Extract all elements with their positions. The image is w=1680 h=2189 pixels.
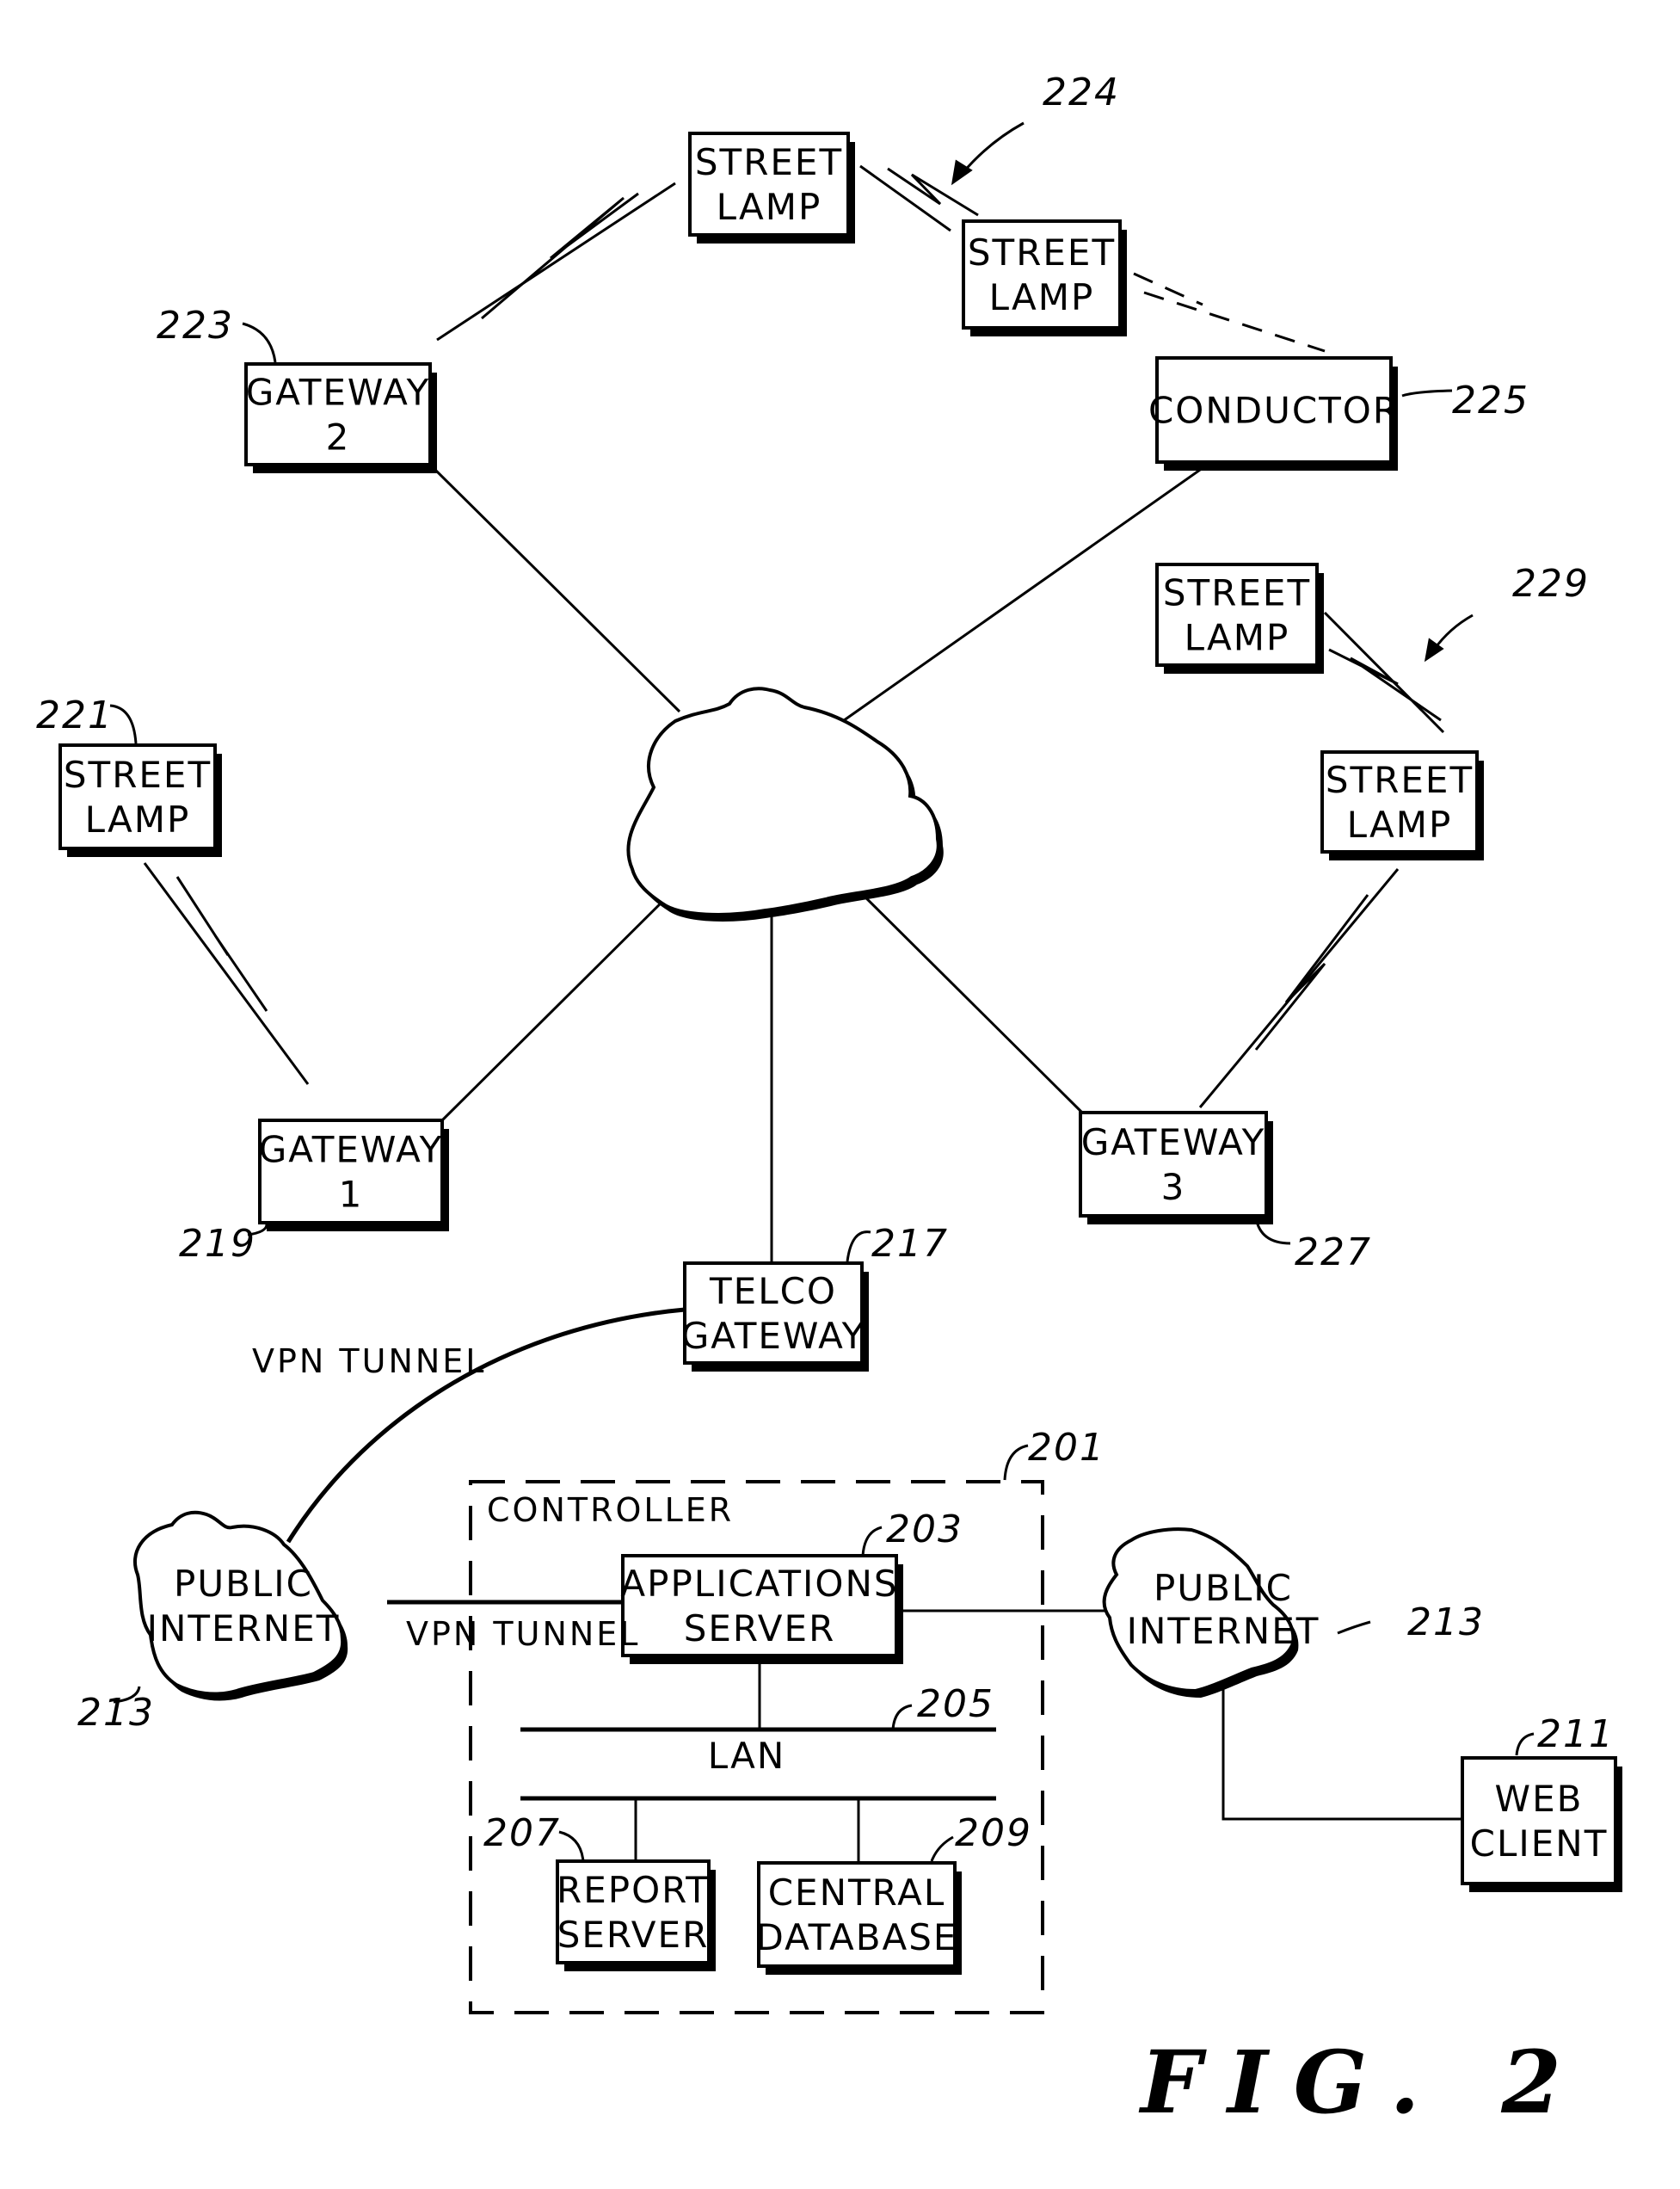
ref-221: 221 xyxy=(36,694,114,737)
street-lamp-box-229-bottom: STREETLAMP xyxy=(1320,750,1484,860)
ref-224: 224 xyxy=(1043,71,1120,114)
public-internet-left-label-line2: INTERNET xyxy=(147,1607,341,1649)
network-diagram: STREETLAMPSTREETLAMPGATEWAY2CONDUCTORSTR… xyxy=(36,71,1622,2133)
public-internet-right-label-line1: PUBLIC xyxy=(1154,1567,1293,1609)
box-label-line: 3 xyxy=(1161,1166,1186,1208)
box-label-line: 2 xyxy=(326,416,351,459)
ref-209: 209 xyxy=(955,1811,1032,1855)
ref-203: 203 xyxy=(886,1508,963,1551)
telco-gateway-box: TELCOGATEWAY xyxy=(681,1261,869,1372)
gateway-2-box: GATEWAY2 xyxy=(244,362,437,473)
box-label-line: GATEWAY xyxy=(1081,1121,1266,1163)
ref-201: 201 xyxy=(1028,1426,1105,1470)
network-cloud xyxy=(626,687,944,922)
link-gateway3-cloud xyxy=(840,872,1084,1114)
wireless-link-lamp221-gateway1 xyxy=(143,862,310,1085)
link-conductor-cloud xyxy=(840,462,1209,725)
box-label-line: STREET xyxy=(64,754,212,796)
applications-server-box: APPLICATIONSSERVER xyxy=(620,1554,903,1664)
box-label-line: LAMP xyxy=(1185,617,1290,659)
ref-213-right: 213 xyxy=(1407,1600,1485,1644)
public-internet-left-label-line1: PUBLIC xyxy=(174,1563,313,1605)
box-label-line: TELCO xyxy=(709,1270,837,1312)
node-boxes: STREETLAMPSTREETLAMPGATEWAY2CONDUCTORSTR… xyxy=(58,132,1622,1975)
vpn-tunnel-label-lower: VPN TUNNEL xyxy=(406,1615,640,1653)
street-lamp-box-224: STREETLAMP xyxy=(962,219,1127,336)
ref-205: 205 xyxy=(917,1682,994,1726)
ref-207: 207 xyxy=(483,1811,561,1855)
box-label-line: STREET xyxy=(695,141,843,183)
conductor-box: CONDUCTOR xyxy=(1148,356,1400,471)
ref-223: 223 xyxy=(157,304,234,348)
web-client-box: WEBCLIENT xyxy=(1461,1756,1622,1892)
ref-213-left: 213 xyxy=(77,1691,155,1735)
box-label-line: REPORT xyxy=(557,1869,710,1911)
wireless-link-lamp-gateway3 xyxy=(1198,868,1400,1108)
box-label-line: LAMP xyxy=(717,186,822,228)
box-label-line: LAMP xyxy=(989,276,1095,318)
box-label-line: GATEWAY xyxy=(246,372,431,414)
box-label-line: LAMP xyxy=(85,799,191,841)
dashed-link-lamp-conductor xyxy=(1133,272,1326,353)
box-label-line: CONDUCTOR xyxy=(1148,390,1400,432)
ref-219: 219 xyxy=(179,1222,256,1266)
ref-211: 211 xyxy=(1537,1712,1615,1756)
report-server-box: REPORTSERVER xyxy=(556,1859,716,1971)
wireless-link-lamp-229 xyxy=(1323,611,1445,734)
box-label-line: SERVER xyxy=(557,1914,710,1956)
street-lamp-box: STREETLAMP xyxy=(688,132,855,244)
box-label-line: CLIENT xyxy=(1470,1822,1609,1865)
ref-217: 217 xyxy=(871,1222,949,1266)
street-lamp-box-221: STREETLAMP xyxy=(58,743,222,857)
lan-label: LAN xyxy=(708,1735,786,1777)
box-label-line: DATABASE xyxy=(756,1916,958,1958)
box-label-line: CENTRAL xyxy=(768,1871,946,1914)
figure-label: FIG. 2 xyxy=(1138,2032,1587,2133)
ref-225: 225 xyxy=(1452,379,1529,422)
wireless-link-gateway2-lamp xyxy=(436,182,676,342)
box-label-line: SERVER xyxy=(684,1607,836,1649)
box-frame xyxy=(1461,1756,1617,1885)
box-label-line: APPLICATIONS xyxy=(620,1563,898,1605)
gateway-3-box: GATEWAY3 xyxy=(1079,1111,1273,1224)
link-gateway1-cloud xyxy=(438,885,680,1125)
box-label-line: STREET xyxy=(1326,759,1474,801)
link-internet-webclient xyxy=(1222,1686,1462,1821)
box-label-line: GATEWAY xyxy=(681,1315,866,1357)
box-label-line: WEB xyxy=(1495,1778,1584,1820)
box-label-line: 1 xyxy=(339,1174,364,1216)
street-lamp-box-229-top: STREETLAMP xyxy=(1155,563,1324,674)
vpn-tunnel-label-upper: VPN TUNNEL xyxy=(252,1342,486,1380)
ref-229: 229 xyxy=(1512,562,1590,606)
central-database-box: CENTRALDATABASE xyxy=(756,1861,962,1975)
link-gateway2-cloud xyxy=(433,467,681,713)
box-label-line: LAMP xyxy=(1347,804,1453,846)
box-label-line: GATEWAY xyxy=(259,1129,444,1171)
public-internet-right-label-line2: INTERNET xyxy=(1127,1610,1320,1652)
controller-label: CONTROLLER xyxy=(487,1491,734,1529)
gateway-1-box: GATEWAY1 xyxy=(258,1119,449,1231)
box-label-line: STREET xyxy=(968,231,1116,274)
box-label-line: STREET xyxy=(1163,572,1311,614)
ref-227: 227 xyxy=(1295,1230,1372,1274)
